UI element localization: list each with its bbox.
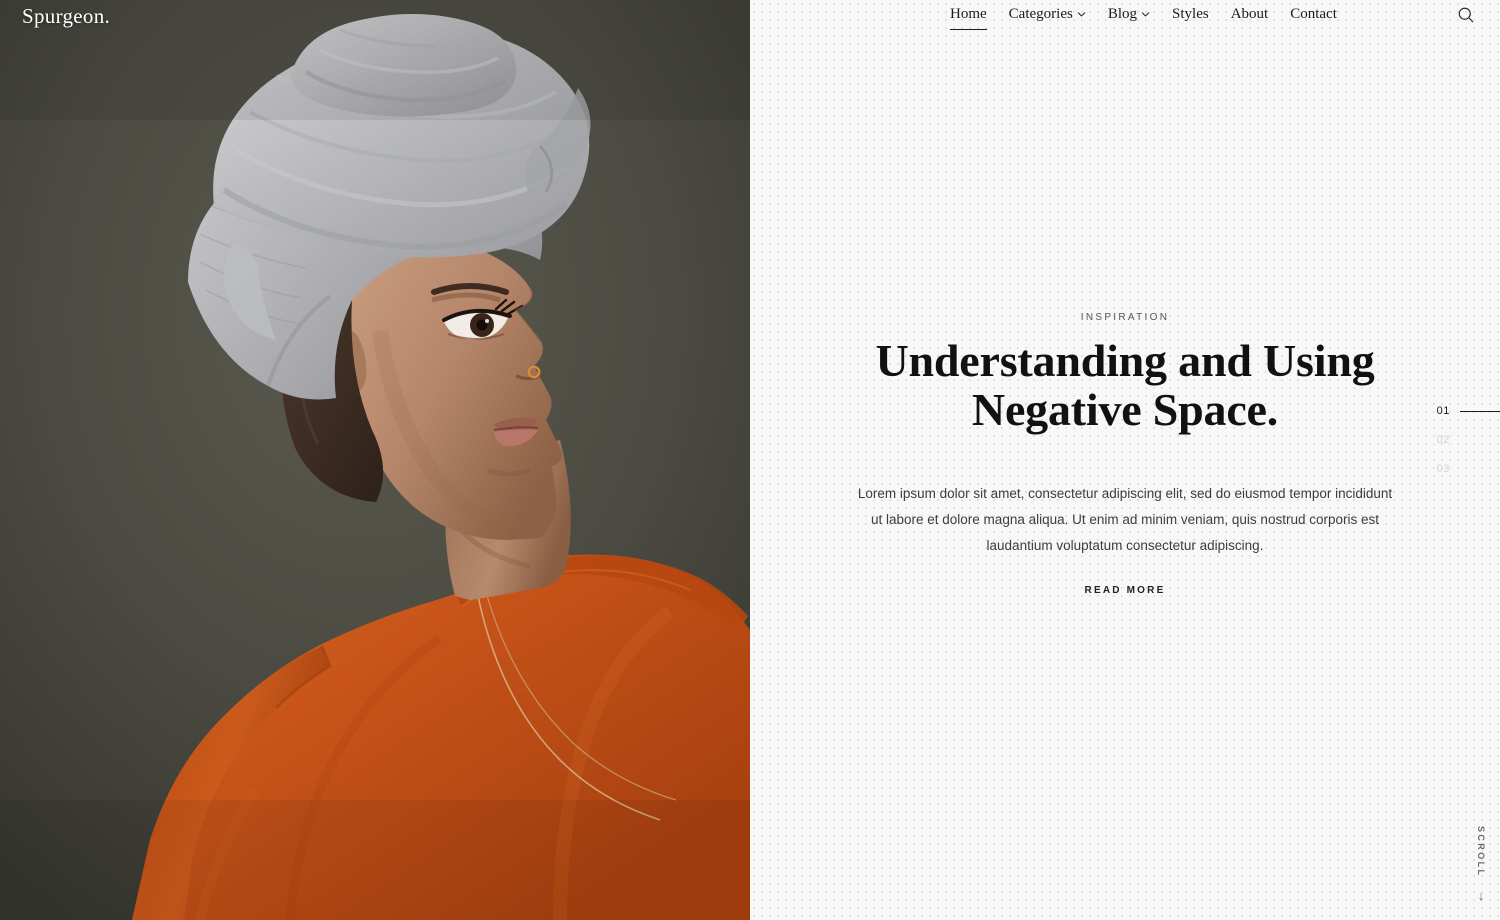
slide-indicator-01[interactable]: 01: [1437, 405, 1500, 417]
slide-indicator-label: 02: [1436, 434, 1450, 446]
nav-item-label: Styles: [1172, 5, 1209, 22]
nav-item-label: Home: [950, 5, 987, 22]
slide-indicator-rule: [1460, 469, 1500, 470]
page-title: Understanding and Using Negative Space.: [875, 335, 1375, 435]
scroll-hint[interactable]: SCROLL ↓: [1476, 826, 1486, 902]
read-more-button[interactable]: READ MORE: [1085, 585, 1166, 596]
nav-item-home[interactable]: Home: [950, 5, 987, 30]
nav-item-label: Contact: [1290, 5, 1337, 22]
hero-image: Spurgeon.: [0, 0, 750, 920]
slide-indicator-label: 01: [1436, 405, 1450, 417]
slide-indicator-03[interactable]: 03: [1437, 463, 1500, 475]
category-eyebrow: INSPIRATION: [1080, 312, 1170, 323]
arrow-down-icon: ↓: [1477, 888, 1485, 903]
main-navigation: Home Categories Blog Styles About Contac…: [750, 0, 1500, 30]
hero-description: Lorem ipsum dolor sit amet, consectetur …: [857, 485, 1393, 554]
nav-item-label: Categories: [1008, 5, 1073, 22]
slide-indicator-02[interactable]: 02: [1437, 434, 1500, 446]
nav-list: Home Categories Blog Styles About Contac…: [950, 5, 1337, 30]
nav-item-about[interactable]: About: [1230, 5, 1269, 24]
slide-indicator-rule: [1460, 440, 1500, 441]
nav-item-categories[interactable]: Categories: [1008, 5, 1086, 24]
scroll-label: SCROLL: [1476, 825, 1486, 877]
nav-item-blog[interactable]: Blog: [1107, 5, 1150, 24]
nav-item-label: Blog: [1107, 5, 1138, 22]
slide-indicator-label: 03: [1436, 463, 1450, 475]
site-logo[interactable]: Spurgeon.: [22, 4, 110, 29]
hero-copy-block: INSPIRATION Understanding and Using Nega…: [750, 312, 1500, 598]
slide-indicator-rule: [1460, 410, 1500, 412]
nav-item-contact[interactable]: Contact: [1290, 5, 1337, 24]
nav-item-label: About: [1230, 5, 1269, 22]
page-root: Spurgeon. Home Categories Blog Styles Ab…: [0, 0, 1500, 920]
chevron-down-icon: [1141, 10, 1150, 19]
chevron-down-icon: [1077, 10, 1086, 19]
slide-pager: 01 02 03: [1437, 405, 1500, 475]
nav-item-styles[interactable]: Styles: [1172, 5, 1209, 24]
content-panel: Home Categories Blog Styles About Contac…: [750, 0, 1500, 920]
search-icon[interactable]: [1456, 5, 1476, 25]
